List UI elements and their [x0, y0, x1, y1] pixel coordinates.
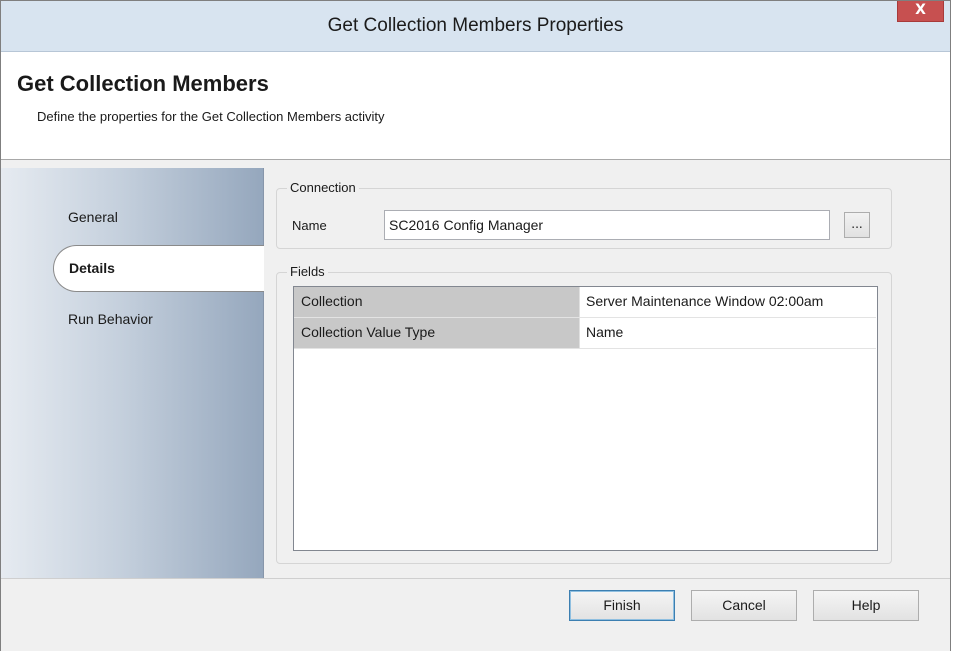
details-panel: Connection Name SC2016 Config Manager ..…	[264, 168, 950, 578]
sidebar: General Details Run Behavior	[1, 168, 273, 578]
field-value-cell[interactable]: Name	[580, 318, 876, 348]
name-label: Name	[292, 218, 327, 233]
dialog-header: Get Collection Members Define the proper…	[1, 52, 950, 160]
sidebar-item-run-behavior[interactable]: Run Behavior	[68, 311, 153, 331]
fields-grid: Collection Server Maintenance Window 02:…	[293, 286, 878, 551]
sidebar-item-details[interactable]: Details	[53, 245, 273, 292]
header-subtitle: Define the properties for the Get Collec…	[37, 109, 385, 124]
title-bar[interactable]: Get Collection Members Properties X	[1, 1, 950, 52]
table-row[interactable]: Collection Value Type Name	[294, 318, 876, 349]
connection-group-label: Connection	[287, 180, 359, 195]
field-name-cell: Collection	[294, 287, 580, 317]
header-title: Get Collection Members	[17, 71, 269, 96]
properties-dialog: Get Collection Members Properties X Get …	[0, 0, 951, 651]
finish-button[interactable]: Finish	[569, 590, 675, 621]
fields-group-label: Fields	[287, 264, 328, 279]
field-name-cell: Collection Value Type	[294, 318, 580, 348]
close-button[interactable]: X	[897, 1, 944, 22]
table-row[interactable]: Collection Server Maintenance Window 02:…	[294, 287, 876, 318]
connection-group: Connection Name SC2016 Config Manager ..…	[276, 180, 892, 249]
browse-connection-button[interactable]: ...	[844, 212, 870, 238]
window-title: Get Collection Members Properties	[327, 15, 624, 36]
connection-name-field[interactable]: SC2016 Config Manager	[384, 210, 830, 240]
dialog-footer: Finish Cancel Help	[1, 578, 950, 651]
help-button[interactable]: Help	[813, 590, 919, 621]
sidebar-item-general[interactable]: General	[68, 209, 118, 229]
fields-group: Fields Collection Server Maintenance Win…	[276, 264, 892, 564]
cancel-button[interactable]: Cancel	[691, 590, 797, 621]
field-value-cell[interactable]: Server Maintenance Window 02:00am	[580, 287, 876, 317]
